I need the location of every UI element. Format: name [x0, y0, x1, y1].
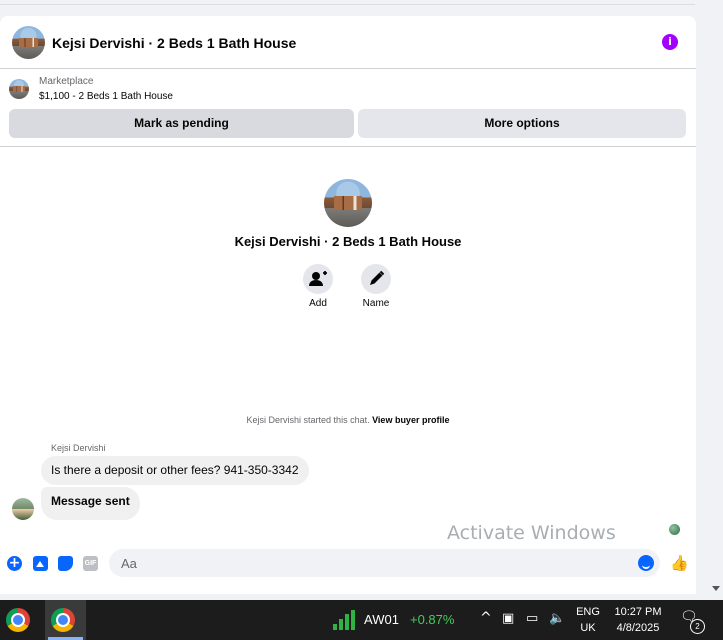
marketplace-listing-thumbnail[interactable]	[9, 79, 29, 99]
clock-date: 4/8/2025	[616, 622, 660, 634]
plus-icon[interactable]: +	[7, 556, 22, 571]
language-region: UK	[580, 622, 596, 634]
language-code: ENG	[576, 606, 600, 618]
scroll-down-arrow-icon[interactable]	[712, 586, 720, 591]
notification-count-badge: 2	[690, 619, 705, 634]
listing-price-title[interactable]: $1,100 - 2 Beds 1 Bath House	[39, 91, 173, 102]
message-input-box[interactable]	[109, 549, 660, 577]
add-label: Add	[309, 298, 327, 309]
top-divider	[0, 4, 695, 5]
profile-avatar[interactable]	[324, 179, 372, 227]
chat-title[interactable]: Kejsi Dervishi · 2 Beds 1 Bath House	[52, 35, 296, 51]
name-button[interactable]: Name	[351, 264, 401, 309]
listing-avatar[interactable]	[12, 26, 45, 59]
thumbs-up-icon[interactable]: 👍	[670, 555, 689, 571]
stock-ticker[interactable]: AW01	[364, 612, 399, 627]
add-person-icon	[303, 264, 333, 294]
clock-time: 10:27 PM	[614, 606, 662, 618]
header-divider	[0, 146, 696, 147]
chrome-icon	[6, 608, 30, 632]
pencil-icon	[361, 264, 391, 294]
more-options-button[interactable]: More options	[358, 109, 686, 138]
add-button[interactable]: Add	[293, 264, 343, 309]
sender-name: Kejsi Dervishi	[51, 443, 106, 453]
camera-icon[interactable]: ▣	[502, 611, 514, 626]
chat-header: Kejsi Dervishi · 2 Beds 1 Bath House i	[0, 16, 696, 69]
system-clock[interactable]: 10:27 PM 4/8/2025	[609, 604, 667, 636]
message-bubble[interactable]: Message sent	[41, 487, 140, 520]
profile-title: Kejsi Dervishi · 2 Beds 1 Bath House	[234, 234, 462, 249]
emoji-icon[interactable]	[638, 555, 654, 571]
network-icon[interactable]: ▭	[526, 611, 538, 626]
gif-icon[interactable]: GIF	[83, 556, 98, 571]
chrome-icon	[51, 608, 75, 632]
seen-avatar-icon	[669, 524, 680, 535]
mark-as-pending-button[interactable]: Mark as pending	[9, 109, 354, 138]
activation-watermark-title: Activate Windows	[447, 522, 616, 544]
view-buyer-profile-link[interactable]: View buyer profile	[372, 415, 449, 425]
chat-panel: Kejsi Dervishi · 2 Beds 1 Bath House i M…	[0, 16, 696, 594]
chat-started-notice: Kejsi Dervishi started this chat. View b…	[0, 415, 696, 425]
sender-avatar[interactable]	[12, 498, 34, 520]
chat-started-text: Kejsi Dervishi started this chat.	[246, 415, 370, 425]
marketplace-label: Marketplace	[39, 76, 94, 87]
chevron-up-icon[interactable]: ^	[480, 610, 492, 626]
taskbar-chrome-profile-app[interactable]	[45, 600, 86, 640]
message-input[interactable]	[119, 555, 623, 572]
stock-chart-icon[interactable]	[333, 610, 355, 630]
taskbar-chrome-app[interactable]	[0, 600, 41, 640]
language-indicator[interactable]: ENG UK	[576, 604, 600, 636]
message-bubble[interactable]: Is there a deposit or other fees? 941-35…	[41, 456, 309, 485]
name-label: Name	[362, 298, 390, 309]
top-strip	[0, 0, 723, 16]
sticker-icon[interactable]	[58, 556, 73, 571]
info-icon[interactable]: i	[662, 34, 678, 50]
stock-change[interactable]: +0.87%	[410, 612, 454, 627]
image-icon[interactable]	[33, 556, 48, 571]
page-scrollbar[interactable]	[708, 16, 723, 594]
speaker-icon[interactable]: 🔈	[549, 611, 565, 626]
